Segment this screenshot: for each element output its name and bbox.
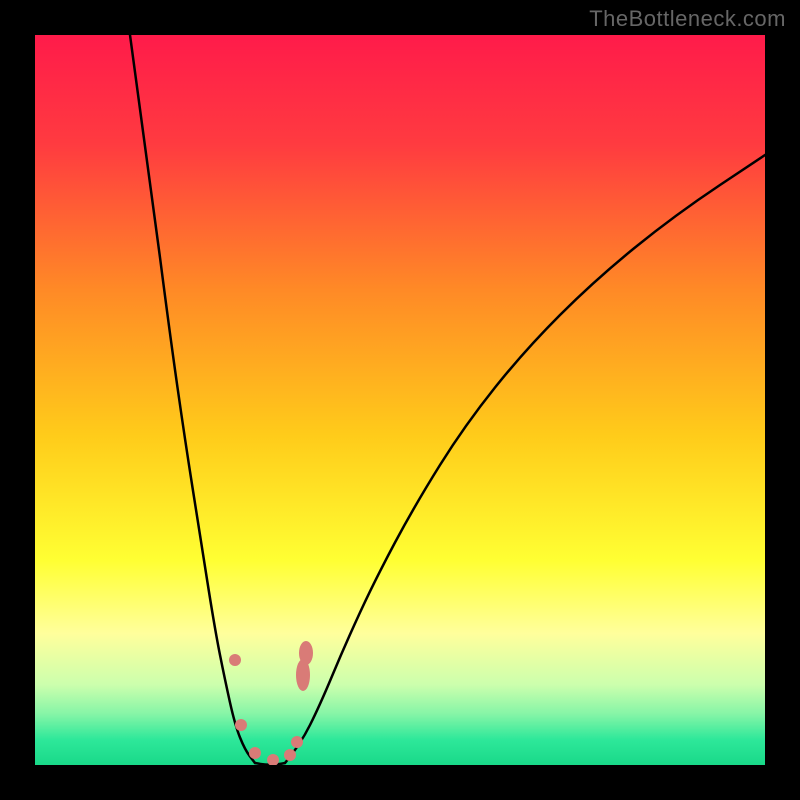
data-point-7: [299, 641, 313, 665]
data-point-0: [229, 654, 241, 666]
plot-area: [35, 35, 765, 765]
data-point-4: [284, 749, 296, 761]
data-point-5: [291, 736, 303, 748]
chart-svg: [35, 35, 765, 765]
data-point-1: [235, 719, 247, 731]
watermark-text: TheBottleneck.com: [589, 6, 786, 32]
data-point-2: [249, 747, 261, 759]
chart-frame: TheBottleneck.com: [0, 0, 800, 800]
